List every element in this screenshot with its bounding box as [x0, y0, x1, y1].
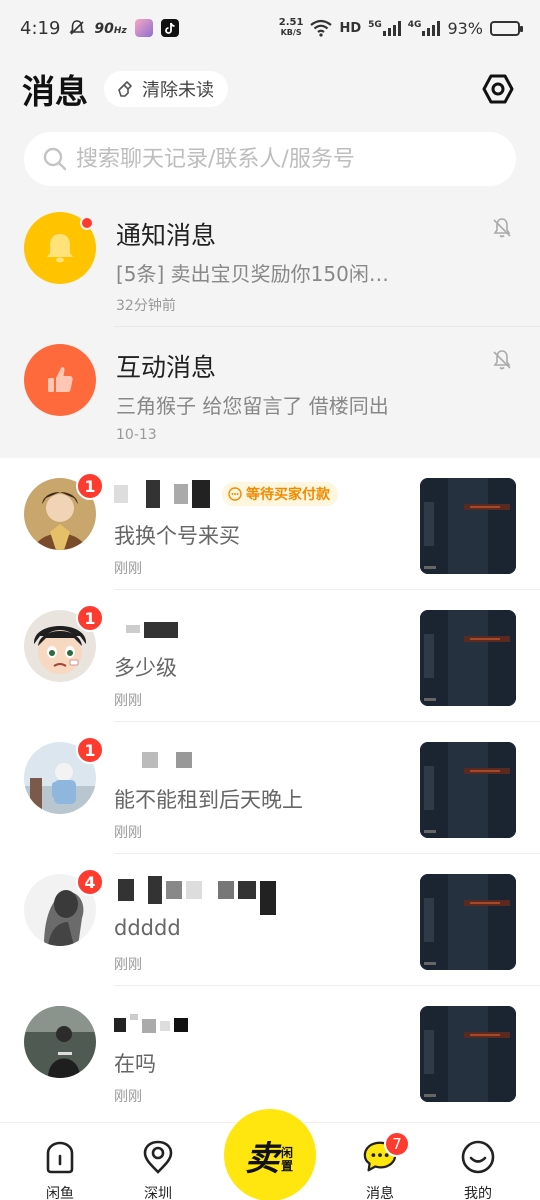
message-preview: 多少级: [114, 656, 177, 680]
sell-button[interactable]: 卖 闲置: [224, 1109, 316, 1200]
refresh-rate: 90Hz: [94, 21, 127, 37]
notification-avatar: [24, 212, 96, 284]
item-thumbnail[interactable]: [420, 874, 516, 970]
sim1-signal: 5G: [368, 20, 401, 36]
item-thumbnail[interactable]: [420, 610, 516, 706]
chat-row[interactable]: 1 多少级 刚刚: [0, 590, 540, 722]
location-icon: [140, 1139, 176, 1175]
nav-label: 消息: [366, 1186, 394, 1200]
message-time: 刚刚: [114, 957, 142, 973]
header: 消息 清除未读: [0, 62, 540, 116]
home-icon: [42, 1139, 78, 1175]
interaction-avatar: [24, 344, 96, 416]
nav-item-me[interactable]: 我的: [438, 1123, 518, 1200]
nav-item-home[interactable]: 闲鱼: [20, 1123, 100, 1200]
chat-list: 1 等待买家付款 我换个号来买 刚刚 1 多少级 刚刚 1 能不能租到后天晚上 …: [0, 458, 540, 1122]
message-preview: 能不能租到后天晚上: [114, 788, 303, 812]
clear-unread-label: 清除未读: [142, 80, 214, 101]
item-thumbnail[interactable]: [420, 742, 516, 838]
avatar: [24, 1006, 96, 1078]
app-notification-icon: [134, 19, 153, 37]
page-title: 消息: [22, 72, 88, 111]
more-circle-icon: [228, 487, 242, 501]
sell-label: 卖: [245, 1138, 279, 1179]
chat-row[interactable]: 4 ddddd 刚刚: [0, 854, 540, 986]
sim2-signal: 4G: [408, 20, 441, 36]
nav-label: 闲鱼: [46, 1186, 74, 1200]
contact-name-redacted: [114, 744, 192, 772]
search-bar[interactable]: [24, 132, 516, 186]
messages-badge: 7: [384, 1131, 410, 1157]
unread-badge: 1: [76, 604, 104, 632]
tiktok-icon: [160, 19, 179, 37]
battery-icon: [490, 20, 523, 36]
item-thumbnail[interactable]: [420, 1006, 516, 1102]
order-status-tag: 等待买家付款: [222, 482, 338, 506]
contact-name-redacted: [114, 612, 178, 640]
nav-item-location[interactable]: 深圳: [118, 1123, 198, 1200]
item-thumbnail[interactable]: [420, 478, 516, 574]
unread-badge: 1: [76, 472, 104, 500]
nav-label: 我的: [464, 1186, 492, 1200]
message-time: 刚刚: [114, 693, 142, 709]
message-preview: 我换个号来买: [114, 524, 240, 548]
message-time: 刚刚: [114, 1089, 142, 1105]
sell-sub-label: 闲置: [281, 1146, 294, 1173]
contact-name-redacted: [114, 876, 276, 915]
clear-unread-button[interactable]: 清除未读: [104, 71, 228, 107]
mute-bell-icon: [493, 350, 511, 370]
system-preview: 三角猴子 给您留言了 借楼同出: [116, 394, 389, 418]
contact-name-redacted: [114, 480, 210, 508]
hd-indicator: HD: [339, 20, 362, 36]
order-status-label: 等待买家付款: [246, 487, 330, 503]
message-preview: 在吗: [114, 1052, 156, 1076]
contact-name-redacted: [114, 1008, 188, 1036]
system-preview: [5条] 卖出宝贝奖励你150闲…: [116, 262, 389, 286]
broom-icon: [118, 81, 132, 97]
settings-icon: [482, 74, 514, 104]
network-speed: 2.51 KB/S: [278, 17, 304, 38]
battery-percent: 93%: [447, 18, 483, 38]
do-not-disturb-icon: [69, 20, 86, 35]
chat-row[interactable]: 1 等待买家付款 我换个号来买 刚刚: [0, 458, 540, 590]
bottom-navigation: 闲鱼 深圳 卖 闲置 7 消息 我的: [0, 1109, 540, 1200]
thumbs-up-icon: [48, 366, 73, 392]
system-row-notifications[interactable]: 通知消息 [5条] 卖出宝贝奖励你150闲… 32分钟前: [0, 198, 540, 328]
wifi-icon: [310, 19, 333, 37]
status-bar: 4:19 90Hz 2.51 KB/S HD 5G 4G 93%: [0, 0, 540, 56]
unread-badge: 1: [76, 736, 104, 764]
smiley-icon: [460, 1139, 496, 1175]
system-time: 10-13: [116, 427, 157, 443]
message-time: 刚刚: [114, 561, 142, 577]
nav-item-messages[interactable]: 7 消息: [340, 1123, 420, 1200]
search-input[interactable]: [76, 146, 498, 172]
chat-row[interactable]: 1 能不能租到后天晚上 刚刚: [0, 722, 540, 854]
divider: [114, 326, 540, 327]
search-icon: [43, 147, 67, 171]
bell-icon: [47, 234, 73, 263]
system-row-interactions[interactable]: 互动消息 三角猴子 给您留言了 借楼同出 10-13: [0, 330, 540, 460]
status-time: 4:19: [20, 17, 61, 39]
message-time: 刚刚: [114, 825, 142, 841]
mute-bell-icon: [493, 218, 511, 238]
message-preview: ddddd: [114, 916, 181, 940]
system-time: 32分钟前: [116, 298, 176, 314]
unread-dot: [80, 216, 94, 230]
chat-icon: 7: [362, 1131, 410, 1175]
unread-badge: 4: [76, 868, 104, 896]
nav-label: 深圳: [144, 1186, 172, 1200]
system-title: 互动消息: [116, 353, 217, 382]
system-title: 通知消息: [116, 221, 217, 250]
chat-row[interactable]: 在吗 刚刚: [0, 986, 540, 1118]
settings-button[interactable]: [478, 69, 518, 109]
